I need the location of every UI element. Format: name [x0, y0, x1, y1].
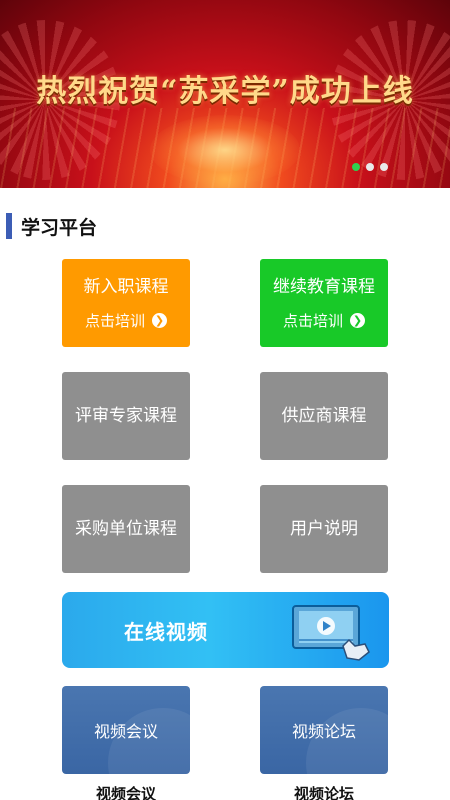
banner-title: 热烈祝贺“苏采学”成功上线 [36, 74, 414, 109]
tile-label: 采购单位课程 [75, 519, 177, 539]
banner-carousel[interactable]: 热烈祝贺“苏采学”成功上线 [0, 0, 450, 188]
tile-label: 供应商课程 [281, 406, 367, 426]
section-title: 学习平台 [21, 216, 98, 239]
start-training-label: 点击培训 [282, 311, 343, 330]
video-meeting-caption: 视频会议 [95, 785, 156, 800]
tile-sublabel: 点击培训 ❯ [85, 310, 167, 331]
carousel-dot-3[interactable] [380, 163, 388, 171]
section-accent-bar [6, 213, 12, 239]
carousel-indicator [352, 163, 388, 171]
purchaser-course-button[interactable]: 采购单位课程 [62, 485, 190, 573]
tile-sublabel: 点击培训 ❯ [283, 310, 365, 331]
tile-label: 用户说明 [290, 519, 358, 539]
tile-label: 新入职课程 [83, 276, 169, 297]
continuing-education-course-button[interactable]: 继续教育课程 点击培训 ❯ [260, 259, 388, 347]
section-header: 学习平台 [0, 212, 97, 240]
video-meeting-button[interactable]: 视频会议 [62, 686, 190, 774]
tile-label: 视频会议 [93, 722, 158, 741]
tile-label: 评审专家课程 [75, 406, 177, 426]
video-forum-caption: 视频论坛 [293, 785, 354, 800]
start-training-label: 点击培训 [84, 311, 145, 330]
tile-label: 继续教育课程 [273, 276, 375, 297]
video-forum-button[interactable]: 视频论坛 [260, 686, 388, 774]
carousel-dot-1[interactable] [352, 163, 360, 171]
new-staff-course-button[interactable]: 新入职课程 点击培训 ❯ [62, 259, 190, 347]
tile-label: 视频论坛 [291, 722, 356, 741]
online-video-button[interactable]: 在线视频 [62, 592, 389, 668]
video-player-icon [292, 605, 370, 661]
banner-glow [150, 115, 300, 185]
app-screen: 热烈祝贺“苏采学”成功上线 学习平台 新入职课程 点击培训 ❯ 继续教育课程 点… [0, 0, 450, 800]
carousel-dot-2[interactable] [366, 163, 374, 171]
user-guide-button[interactable]: 用户说明 [260, 485, 388, 573]
chevron-right-icon: ❯ [350, 312, 365, 328]
online-video-label: 在线视频 [124, 620, 208, 644]
supplier-course-button[interactable]: 供应商课程 [260, 372, 388, 460]
reviewer-course-button[interactable]: 评审专家课程 [62, 372, 190, 460]
chevron-right-icon: ❯ [152, 312, 167, 328]
